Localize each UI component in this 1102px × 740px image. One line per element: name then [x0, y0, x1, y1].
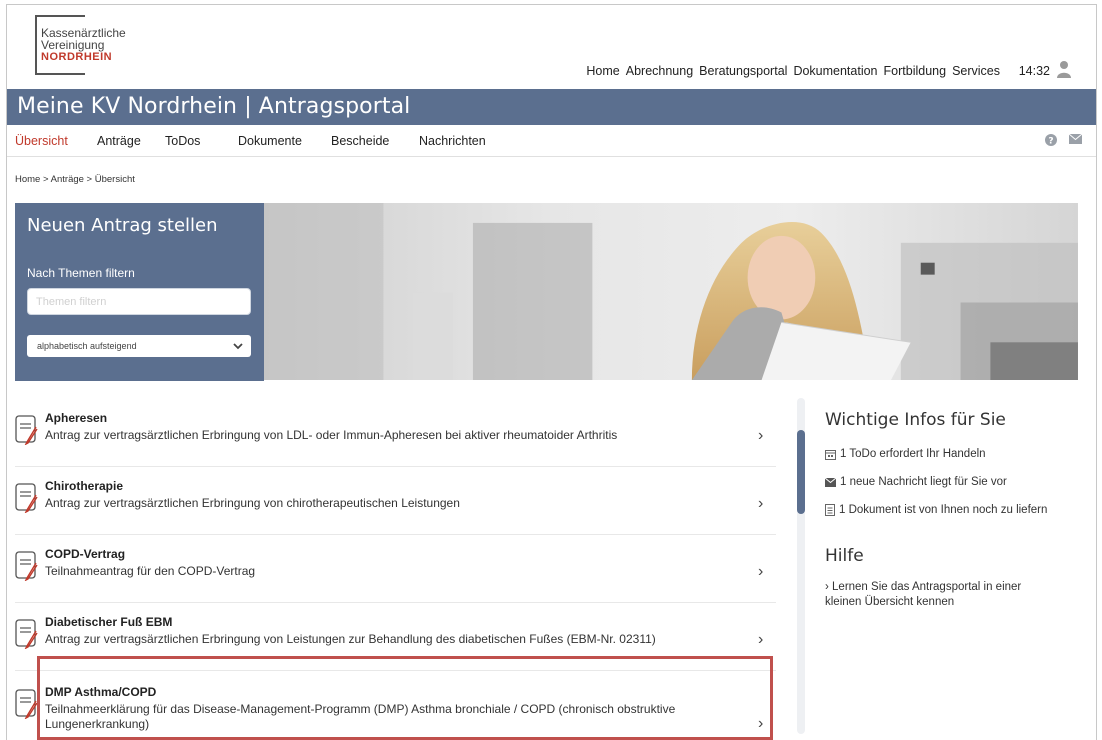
logo-line-3: NORDRHEIN — [41, 51, 113, 63]
document-edit-icon — [15, 551, 38, 581]
logo-text: Kassenärztliche Vereinigung NORDRHEIN — [41, 27, 126, 63]
list-item-description: Antrag zur vertragsärztlichen Erbringung… — [45, 632, 656, 646]
hero-photo — [264, 203, 1078, 381]
document-edit-icon — [15, 619, 38, 649]
list-item-title: DMP Asthma/COPD — [45, 685, 157, 699]
list-item-dmp-asthma-copd[interactable]: DMP Asthma/COPD Teilnahmeerklärung für d… — [15, 671, 776, 740]
tab-dokumente[interactable]: Dokumente — [238, 134, 302, 148]
scrollbar-track[interactable] — [797, 398, 805, 734]
todo-info-text: 1 ToDo erfordert Ihr Handeln — [840, 448, 986, 460]
help-heading: Hilfe — [825, 546, 864, 566]
scrollbar-thumb[interactable] — [797, 430, 805, 514]
help-link[interactable]: › Lernen Sie das Antragsportal in einer … — [825, 580, 1025, 610]
top-navigation: Home Abrechnung Beratungsportal Dokument… — [580, 64, 1000, 78]
new-application-title: Neuen Antrag stellen — [27, 215, 218, 236]
tab-antraege[interactable]: Anträge — [97, 134, 141, 148]
filter-label: Nach Themen filtern — [27, 266, 135, 280]
help-icon[interactable]: ? — [1045, 134, 1057, 146]
chevron-right-icon: › — [758, 631, 764, 648]
topnav-abrechnung[interactable]: Abrechnung — [626, 64, 693, 78]
chevron-right-icon: › — [758, 563, 764, 580]
chevron-down-icon — [233, 343, 243, 350]
document-edit-icon — [15, 483, 38, 513]
user-icon[interactable] — [1057, 60, 1071, 78]
calendar-icon — [825, 449, 836, 460]
topnav-fortbildung[interactable]: Fortbildung — [884, 64, 947, 78]
kv-logo[interactable]: Kassenärztliche Vereinigung NORDRHEIN — [35, 15, 165, 77]
topnav-beratungsportal[interactable]: Beratungsportal — [699, 64, 787, 78]
list-item-description: Teilnahmeerklärung für das Disease-Manag… — [45, 702, 676, 731]
tab-todos[interactable]: ToDos — [165, 134, 200, 148]
mail-icon — [825, 477, 836, 487]
topnav-services[interactable]: Services — [952, 64, 1000, 78]
logo-line-2: Vereinigung — [41, 38, 105, 52]
svg-text:?: ? — [1048, 137, 1053, 147]
list-item-description: Teilnahmeantrag für den COPD-Vertrag — [45, 564, 256, 578]
list-item-title: Diabetischer Fuß EBM — [45, 615, 173, 629]
topnav-home[interactable]: Home — [586, 64, 619, 78]
site-header: Kassenärztliche Vereinigung NORDRHEIN Ho… — [7, 5, 1096, 89]
info-heading: Wichtige Infos für Sie — [825, 410, 1006, 430]
sort-select[interactable]: alphabetisch aufsteigend — [27, 335, 251, 357]
list-item-description: Antrag zur vertragsärztlichen Erbringung… — [45, 428, 618, 442]
portal-title: Meine KV Nordrhein | Antragsportal — [7, 89, 1096, 125]
tab-uebersicht[interactable]: Übersicht — [15, 134, 68, 148]
app-window: Kassenärztliche Vereinigung NORDRHEIN Ho… — [6, 4, 1097, 740]
portal-navigation: Übersicht Anträge ToDos Dokumente Besche… — [7, 125, 1096, 157]
list-item-title: COPD-Vertrag — [45, 547, 126, 561]
document-edit-icon — [15, 415, 38, 445]
tab-nachrichten[interactable]: Nachrichten — [419, 134, 486, 148]
list-item-title: Chirotherapie — [45, 479, 124, 493]
topic-filter-input[interactable] — [27, 288, 251, 315]
session-time: 14:32 — [1018, 64, 1050, 78]
chevron-right-icon: › — [758, 715, 764, 732]
list-item-chirotherapie[interactable]: Chirotherapie Antrag zur vertragsärztlic… — [15, 467, 776, 535]
list-item-diabetischer-fuss[interactable]: Diabetischer Fuß EBM Antrag zur vertrags… — [15, 603, 776, 671]
new-application-panel: Neuen Antrag stellen Nach Themen filtern… — [15, 203, 264, 381]
hero-section: Neuen Antrag stellen Nach Themen filtern… — [15, 203, 1078, 381]
list-item-description: Antrag zur vertragsärztlichen Erbringung… — [45, 496, 460, 510]
message-info-text: 1 neue Nachricht liegt für Sie vor — [840, 476, 1007, 488]
document-icon — [825, 504, 835, 516]
document-info-text: 1 Dokument ist von Ihnen noch zu liefern — [839, 504, 1048, 516]
message-info[interactable]: 1 neue Nachricht liegt für Sie vor — [825, 476, 1095, 488]
breadcrumb: Home > Anträge > Übersicht — [15, 174, 135, 185]
mail-icon[interactable] — [1069, 134, 1082, 144]
document-info[interactable]: 1 Dokument ist von Ihnen noch zu liefern — [825, 504, 1095, 516]
subnav-icons: ? — [1045, 134, 1082, 146]
chevron-right-icon: › — [758, 427, 764, 444]
sort-select-value: alphabetisch aufsteigend — [37, 341, 137, 351]
list-item-copd-vertrag[interactable]: COPD-Vertrag Teilnahmeantrag für den COP… — [15, 535, 776, 603]
list-item-title: Apheresen — [45, 411, 108, 425]
chevron-right-icon: › — [758, 495, 764, 512]
application-list: Apheresen Antrag zur vertragsärztlichen … — [15, 397, 776, 740]
todo-info[interactable]: 1 ToDo erfordert Ihr Handeln — [825, 448, 1095, 460]
tab-bescheide[interactable]: Bescheide — [331, 134, 389, 148]
document-edit-icon — [15, 689, 38, 719]
info-sidebar: Wichtige Infos für Sie 1 ToDo erfordert … — [825, 410, 1095, 610]
list-item-apheresen[interactable]: Apheresen Antrag zur vertragsärztlichen … — [15, 397, 776, 467]
topnav-dokumentation[interactable]: Dokumentation — [793, 64, 877, 78]
